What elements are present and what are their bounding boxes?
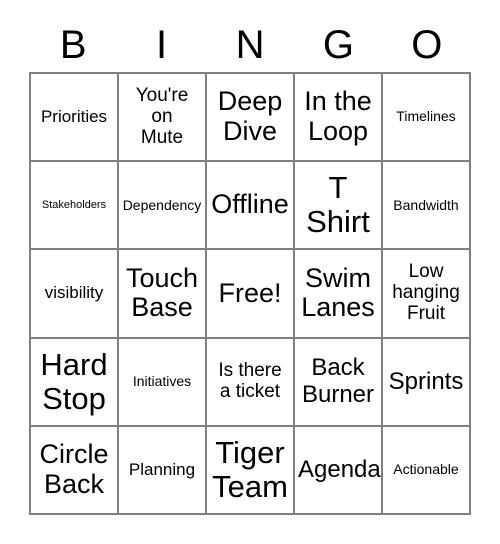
bingo-cell-r1c1[interactable]: Priorities — [31, 74, 119, 163]
bingo-cell-r1c5[interactable]: Timelines — [383, 74, 471, 163]
bingo-header-row: BINGO — [29, 18, 471, 72]
bingo-header-letter-2: I — [156, 23, 168, 67]
bingo-card: B I N G O Priorities You're on Mute Deep Dive I… — [0, 0, 500, 544]
bingo-cell-label: Deep Dive — [217, 86, 283, 147]
bingo-cell-label: In the Loop — [304, 86, 372, 147]
bingo-cell-label: Low hanging Fruit — [392, 261, 460, 324]
bingo-cell-label: Swim Lanes — [301, 262, 375, 323]
bingo-header-letter-1: B — [59, 23, 87, 67]
bingo-cell-r4c1[interactable]: Hard Stop — [31, 338, 119, 427]
bingo-cell-label: Back Burner — [301, 354, 375, 408]
bingo-cell-label: T Shirt — [306, 170, 370, 240]
bingo-cell-r3c5[interactable]: Low hanging Fruit — [383, 250, 471, 339]
bingo-grid: Priorities You're on Mute Deep Dive In the … — [29, 72, 471, 515]
bingo-cell-label: Actionable — [393, 461, 459, 478]
bingo-cell-r3c2[interactable]: Touch Base — [119, 250, 207, 339]
bingo-cell-label: Offline — [211, 189, 289, 220]
bingo-cell-label: Is there a ticket — [218, 359, 282, 402]
bingo-cell-label: Free! — [218, 277, 282, 308]
bingo-cell-label: Hard Stop — [40, 346, 108, 416]
bingo-cell-label: Timelines — [396, 108, 456, 125]
bingo-cell-r1c3[interactable]: Deep Dive — [207, 74, 295, 163]
bingo-cell-r5c1[interactable]: Circle Back — [31, 426, 119, 515]
bingo-cell-label: Bandwidth — [393, 196, 459, 213]
bingo-cell-r2c1[interactable]: Stakeholders — [31, 162, 119, 251]
bingo-cell-r4c2[interactable]: Initiatives — [119, 338, 207, 427]
bingo-cell-r5c5[interactable]: Actionable — [383, 426, 471, 515]
bingo-cell-label: visibility — [44, 283, 104, 303]
bingo-cell-r1c2[interactable]: You're on Mute — [119, 74, 207, 163]
bingo-cell-label: Priorities — [40, 106, 108, 126]
bingo-cell-label: Sprints — [388, 367, 464, 395]
bingo-cell-r4c5[interactable]: Sprints — [383, 338, 471, 427]
bingo-header-letter-3: N — [235, 23, 265, 67]
bingo-cell-r2c2[interactable]: Dependency — [119, 162, 207, 251]
bingo-header-letter-4: G — [322, 23, 354, 67]
bingo-cell-label: Initiatives — [132, 373, 192, 389]
bingo-cell-r2c4[interactable]: T Shirt — [295, 162, 383, 251]
bingo-cell-r5c2[interactable]: Planning — [119, 426, 207, 515]
bingo-cell-label: You're on Mute — [135, 84, 189, 148]
bingo-header-letter-5: O — [411, 23, 443, 67]
bingo-cell-r3c4[interactable]: Swim Lanes — [295, 250, 383, 339]
bingo-cell-r3c1[interactable]: visibility — [31, 250, 119, 339]
bingo-cell-r4c4[interactable]: Back Burner — [295, 338, 383, 427]
bingo-cell-label: Planning — [128, 459, 196, 479]
bingo-cell-r5c3[interactable]: Tiger Team — [207, 426, 295, 515]
bingo-cell-label: Touch Base — [125, 262, 199, 323]
bingo-cell-label: Tiger Team — [212, 434, 288, 504]
bingo-cell-r4c3[interactable]: Is there a ticket — [207, 338, 295, 427]
bingo-cell-label: Stakeholders — [41, 199, 107, 212]
bingo-cell-r5c4[interactable]: Agenda — [295, 426, 383, 515]
bingo-cell-r2c5[interactable]: Bandwidth — [383, 162, 471, 251]
bingo-cell-label: Dependency — [122, 196, 202, 213]
bingo-cell-r3c3[interactable]: Free! — [207, 250, 295, 339]
bingo-cell-r2c3[interactable]: Offline — [207, 162, 295, 251]
bingo-cell-r1c4[interactable]: In the Loop — [295, 74, 383, 163]
bingo-cell-label: Agenda — [298, 455, 381, 483]
bingo-cell-label: Circle Back — [39, 439, 109, 499]
